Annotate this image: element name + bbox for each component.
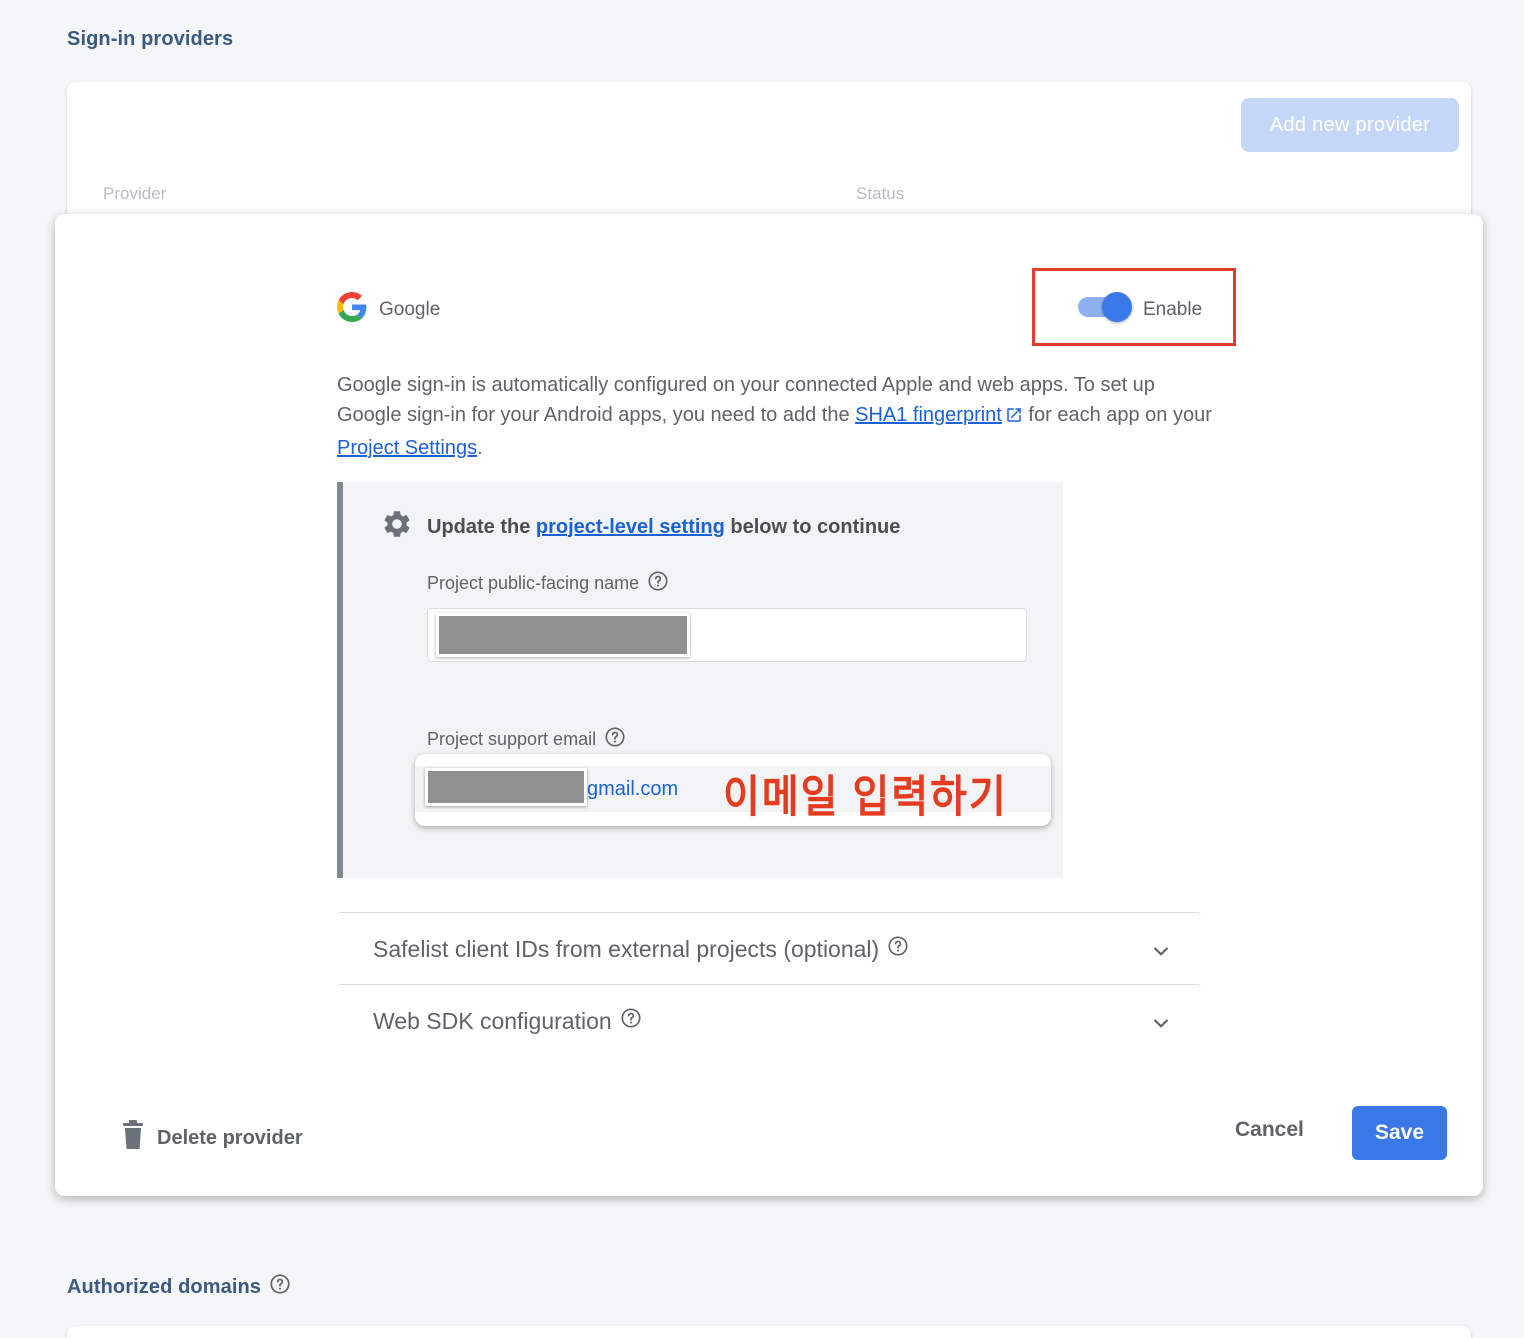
help-icon[interactable]: [604, 726, 626, 753]
help-icon[interactable]: [269, 1273, 291, 1301]
provider-description: Google sign-in is automatically configur…: [337, 370, 1217, 463]
project-level-setting-link[interactable]: project-level setting: [536, 516, 725, 538]
safelist-client-ids-expander[interactable]: Safelist client IDs from external projec…: [337, 912, 1201, 984]
description-text: for each app on your: [1022, 404, 1212, 426]
project-settings-panel: Update the project-level setting below t…: [337, 482, 1063, 878]
cancel-button[interactable]: Cancel: [1235, 1118, 1304, 1142]
support-email-select[interactable]: gmail.com 이메일 입력하기: [415, 754, 1051, 826]
enable-highlight-box: Enable: [1032, 268, 1236, 346]
help-icon[interactable]: [887, 935, 909, 963]
support-email-label: Project support email: [427, 726, 626, 753]
provider-header: Google: [337, 292, 440, 327]
email-domain: gmail.com: [587, 778, 679, 800]
section-title-sign-in-providers: Sign-in providers: [67, 28, 234, 50]
chevron-down-icon[interactable]: [1151, 1013, 1171, 1038]
expander-title-text: Safelist client IDs from external projec…: [373, 935, 880, 962]
authorized-domains-card: [67, 1326, 1471, 1338]
support-email-label-text: Project support email: [427, 729, 597, 749]
gear-icon: [381, 508, 413, 546]
expander-title: Web SDK configuration: [373, 1007, 642, 1035]
add-new-provider-button[interactable]: Add new provider: [1241, 98, 1459, 152]
description-text: .: [477, 437, 483, 459]
project-settings-link[interactable]: Project Settings: [337, 437, 477, 459]
enable-label: Enable: [1143, 299, 1203, 320]
heading-pre: Update the: [427, 515, 536, 538]
help-icon[interactable]: [620, 1007, 642, 1035]
redacted-email-user: [425, 768, 587, 806]
authorized-domains-label: Authorized domains: [67, 1275, 262, 1298]
chevron-down-icon[interactable]: [1151, 941, 1171, 966]
column-header-status: Status: [856, 184, 905, 203]
panel-heading: Update the project-level setting below t…: [381, 508, 900, 546]
help-icon[interactable]: [647, 570, 669, 597]
panel-heading-text: Update the project-level setting below t…: [427, 516, 900, 539]
sha1-fingerprint-link[interactable]: SHA1 fingerprint: [855, 404, 1002, 426]
project-name-input[interactable]: [427, 608, 1027, 662]
web-sdk-configuration-expander[interactable]: Web SDK configuration: [337, 984, 1201, 1056]
expander-title: Safelist client IDs from external projec…: [373, 935, 909, 963]
column-header-provider: Provider: [103, 184, 167, 203]
provider-config-dialog: Google Enable Google sign-in is automati…: [55, 214, 1483, 1196]
save-button[interactable]: Save: [1352, 1106, 1447, 1160]
expander-title-text: Web SDK configuration: [373, 1007, 612, 1034]
toggle-knob: [1102, 292, 1132, 322]
project-name-label-text: Project public-facing name: [427, 573, 640, 593]
heading-post: below to continue: [724, 515, 901, 538]
enable-toggle[interactable]: [1078, 292, 1132, 322]
google-g-icon: [337, 292, 367, 327]
trash-icon: [121, 1120, 145, 1156]
external-link-icon[interactable]: [1005, 403, 1023, 433]
section-title-authorized-domains: Authorized domains: [67, 1273, 291, 1301]
project-name-label: Project public-facing name: [427, 570, 669, 597]
delete-provider-label: Delete provider: [157, 1126, 303, 1149]
provider-name: Google: [379, 298, 441, 320]
delete-provider-button[interactable]: Delete provider: [121, 1120, 303, 1156]
redacted-value: [436, 613, 690, 657]
annotation-enter-email: 이메일 입력하기: [723, 773, 1008, 822]
